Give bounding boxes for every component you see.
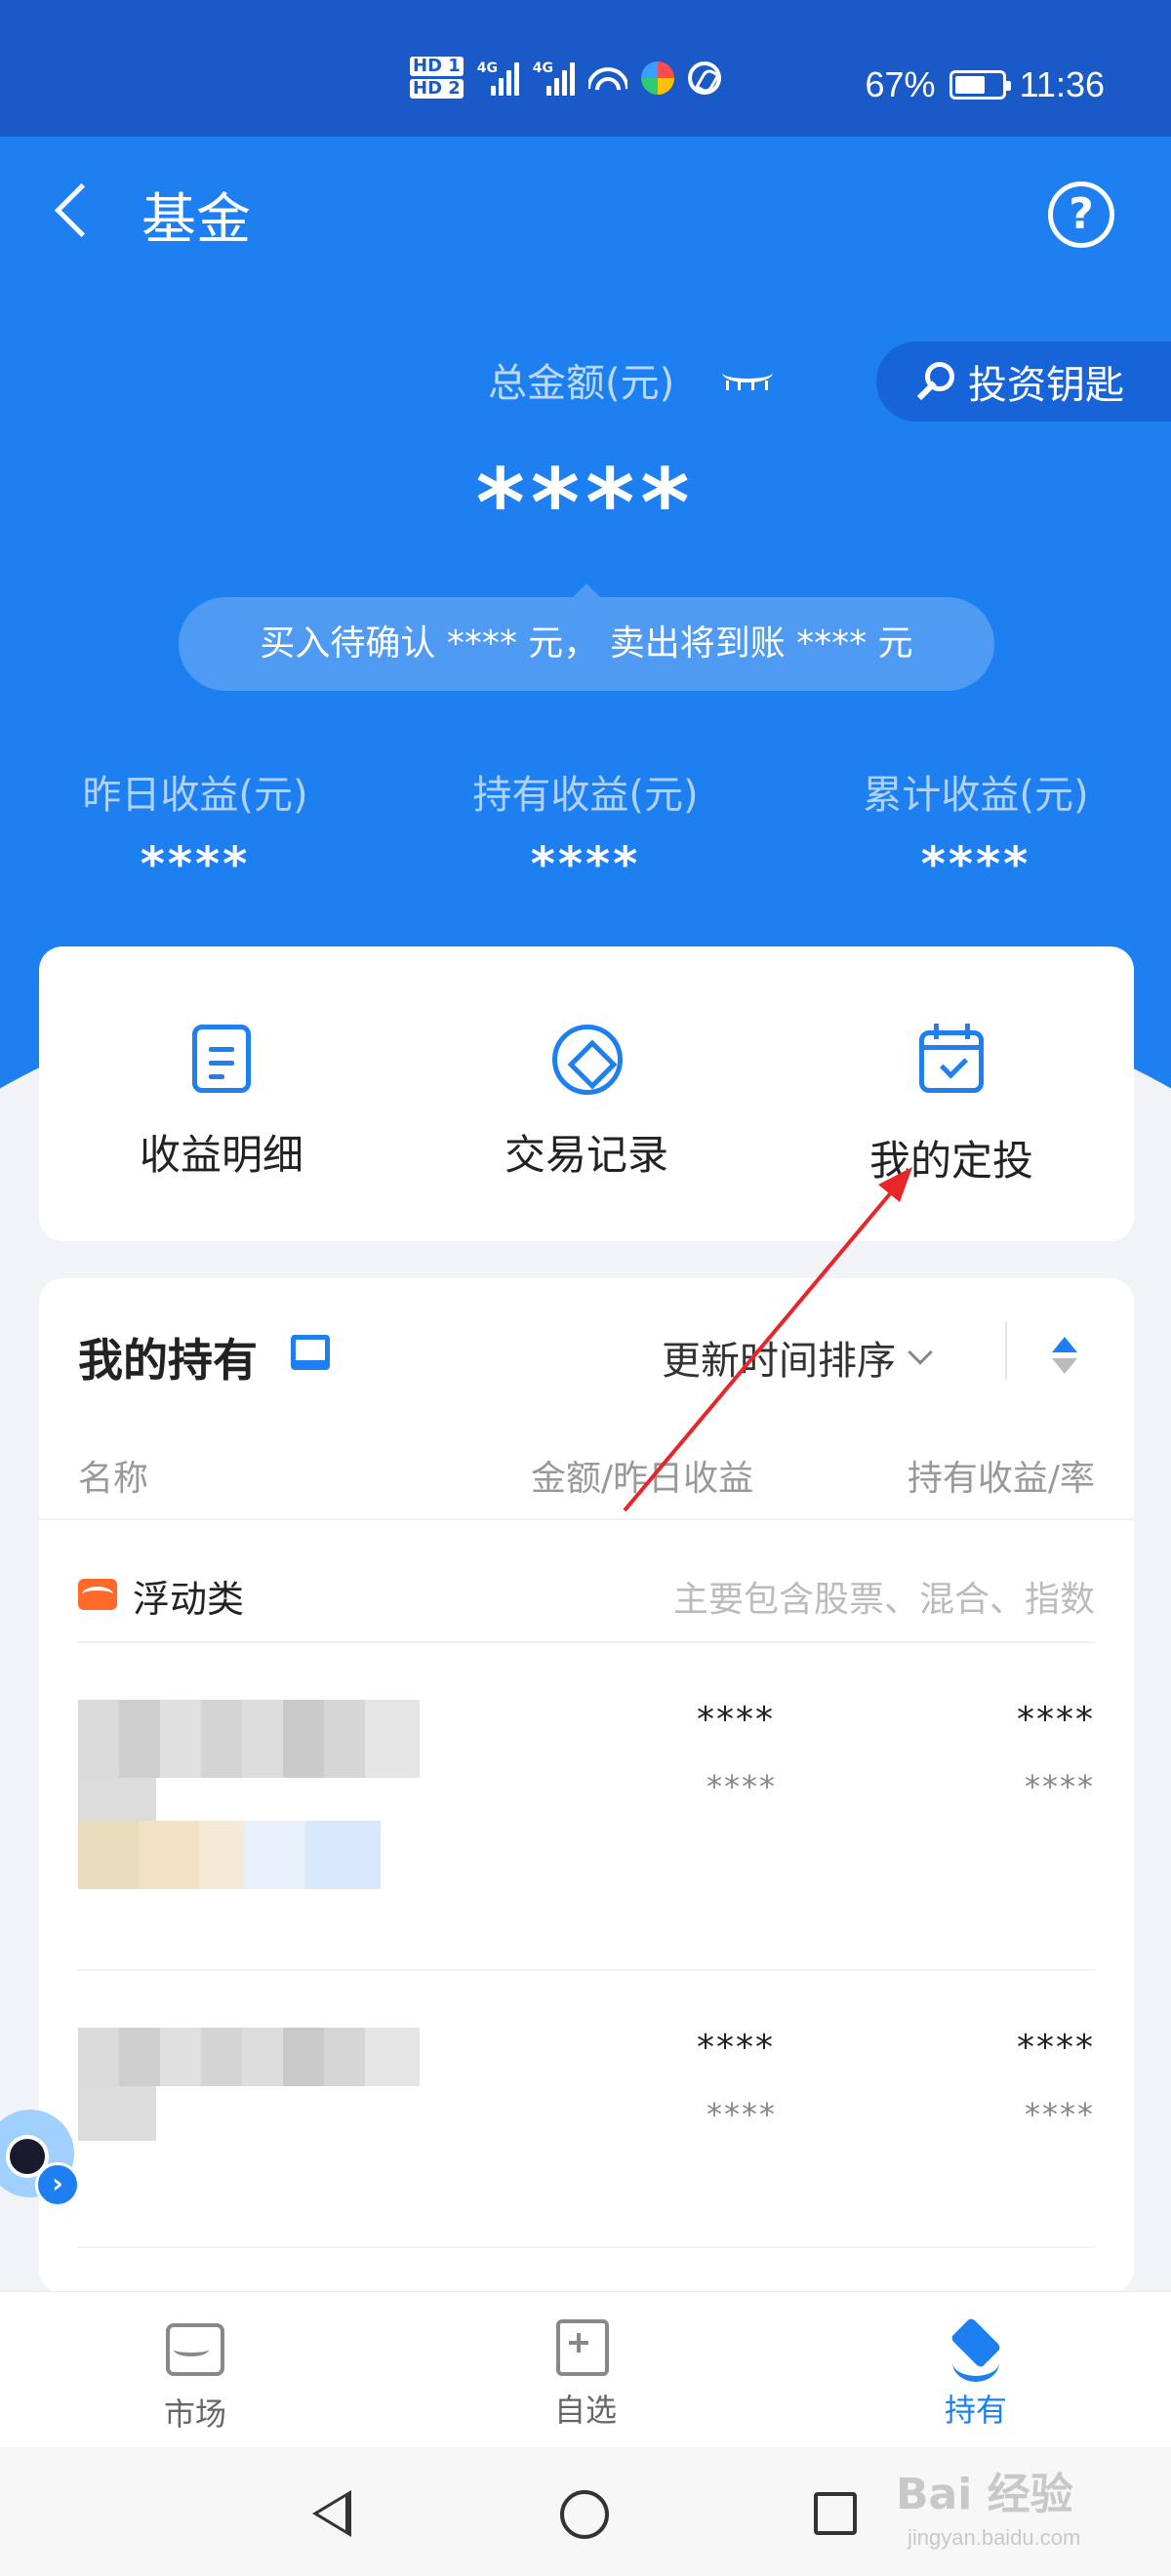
stat-label: 持有收益(元): [472, 773, 699, 818]
stat-holding[interactable]: 持有收益(元) ****: [390, 763, 781, 892]
battery-percent: 67%: [865, 64, 936, 104]
back-arrow-icon[interactable]: [51, 183, 94, 242]
total-amount-label: 总金额(元): [488, 361, 675, 406]
hd2-badge: HD 2: [410, 79, 464, 99]
redacted-fund-tag: [78, 1821, 381, 1889]
category-description: 主要包含股票、混合、指数: [672, 1580, 1095, 1620]
earnings-stats: 昨日收益(元) **** 持有收益(元) **** 累计收益(元) ****: [0, 763, 1171, 892]
wifi-icon: [587, 62, 627, 93]
redacted-fund-name: [78, 2086, 156, 2141]
tab-market[interactable]: 市场: [0, 2292, 390, 2447]
hd1-badge: HD 1: [410, 57, 464, 76]
display-toggle-icon[interactable]: [291, 1335, 330, 1370]
quick-actions-card: 收益明细 交易记录 我的定投: [39, 946, 1134, 1241]
divider: [78, 2246, 1095, 2248]
row-profit: ****: [1017, 2028, 1095, 2068]
help-icon[interactable]: ?: [1048, 181, 1114, 248]
market-icon: [166, 2323, 224, 2382]
watermark-logo: Bai 经验: [896, 2470, 1073, 2519]
tab-label: 自选: [553, 2392, 617, 2429]
status-icons: HD 1 HD 2 4G 4G: [410, 54, 721, 101]
status-bar: HD 1 HD 2 4G 4G 67% 11:36: [0, 0, 1171, 137]
column-name: 名称: [78, 1459, 149, 1499]
action-label: 交易记录: [504, 1131, 668, 1179]
net1-label: 4G: [476, 60, 499, 76]
holdings-title: 我的持有: [78, 1334, 258, 1387]
calendar-check-icon: [917, 1024, 986, 1099]
watchlist-icon: [556, 2319, 615, 2378]
row-amount: ****: [697, 2028, 775, 2068]
my-auto-invest-button[interactable]: 我的定投: [769, 946, 1134, 1241]
category-name: 浮动类: [133, 1578, 245, 1621]
signal-icon: 4G: [477, 60, 519, 96]
sort-dropdown[interactable]: 更新时间排序: [662, 1329, 933, 1386]
floating-mascot-button[interactable]: ›: [0, 2096, 84, 2207]
signal-icon-2: 4G: [533, 60, 575, 96]
category-header: 浮动类 主要包含股票、混合、指数: [78, 1569, 1095, 1621]
tab-label: 持有: [944, 2392, 1007, 2429]
invest-key-button[interactable]: 投资钥匙: [876, 342, 1171, 422]
hd-indicator: HD 1 HD 2: [410, 54, 464, 101]
divider: [39, 1518, 1134, 1520]
holdings-icon: [947, 2319, 1005, 2378]
tab-label: 市场: [163, 2395, 226, 2433]
stat-label: 昨日收益(元): [82, 773, 308, 818]
earnings-detail-button[interactable]: 收益明细: [39, 946, 404, 1241]
sync-notification-icon: [687, 60, 721, 95]
floating-category-icon: [78, 1579, 117, 1610]
row-profit: ****: [1017, 1700, 1095, 1740]
stat-yesterday[interactable]: 昨日收益(元) ****: [0, 763, 390, 892]
row-yesterday: ****: [707, 1768, 777, 1805]
eye-closed-icon[interactable]: [720, 363, 775, 390]
row-rate: ****: [1025, 2096, 1095, 2133]
stat-label: 累计收益(元): [863, 773, 1089, 818]
redacted-fund-name: [78, 2028, 420, 2086]
tab-holdings[interactable]: 持有: [781, 2292, 1171, 2447]
row-rate: ****: [1025, 1768, 1095, 1805]
sort-label: 更新时间排序: [662, 1339, 896, 1384]
document-icon: [187, 1025, 256, 1093]
chevron-right-icon: ›: [35, 2162, 80, 2207]
divider: [78, 1641, 1095, 1643]
holdings-card: 我的持有 更新时间排序 名称 金额/昨日收益 持有收益/率 浮动类 主要包含股票…: [39, 1278, 1134, 2293]
net2-label: 4G: [532, 60, 554, 76]
tab-watchlist[interactable]: 自选: [390, 2292, 781, 2447]
watermark-url: jingyan.baidu.com: [908, 2525, 1081, 2550]
chevron-down-icon: [908, 1340, 933, 1365]
transaction-records-button[interactable]: 交易记录: [404, 946, 769, 1241]
row-amount: ****: [697, 1700, 775, 1740]
system-home-icon[interactable]: [560, 2490, 609, 2539]
column-profit[interactable]: 持有收益/率: [908, 1450, 1095, 1501]
system-recents-icon[interactable]: [814, 2492, 857, 2535]
diamond-ring-icon: [552, 1025, 623, 1095]
stat-value: ****: [530, 837, 641, 892]
action-label: 我的定投: [868, 1137, 1033, 1185]
column-amount[interactable]: 金额/昨日收益: [531, 1450, 753, 1501]
redacted-fund-name: [78, 1778, 156, 1821]
divider: [78, 1969, 1095, 1971]
divider: [1005, 1321, 1007, 1380]
page-title: 基金: [141, 188, 251, 252]
bottom-tab-bar: 市场 自选 持有: [0, 2291, 1171, 2447]
system-back-icon[interactable]: [312, 2490, 351, 2537]
status-right: 67% 11:36: [866, 64, 1105, 105]
app-notification-icon: [640, 60, 674, 95]
pending-transactions-banner[interactable]: 买入待确认 **** 元， 卖出将到账 **** 元: [179, 584, 994, 691]
stat-cumulative[interactable]: 累计收益(元) ****: [781, 763, 1171, 892]
table-row[interactable]: **** **** **** ****: [78, 2028, 1095, 2293]
row-yesterday: ****: [707, 2096, 777, 2133]
clock: 11:36: [1019, 64, 1105, 104]
total-amount-value: ****: [475, 449, 696, 558]
stat-value: ****: [920, 837, 1031, 892]
battery-icon: [949, 70, 1011, 100]
key-icon: [915, 362, 954, 401]
redacted-fund-name: [78, 1700, 420, 1778]
stat-value: ****: [140, 837, 251, 892]
invest-key-label: 投资钥匙: [968, 363, 1124, 408]
action-label: 收益明细: [139, 1131, 303, 1179]
table-row[interactable]: **** **** **** ****: [78, 1700, 1095, 1973]
